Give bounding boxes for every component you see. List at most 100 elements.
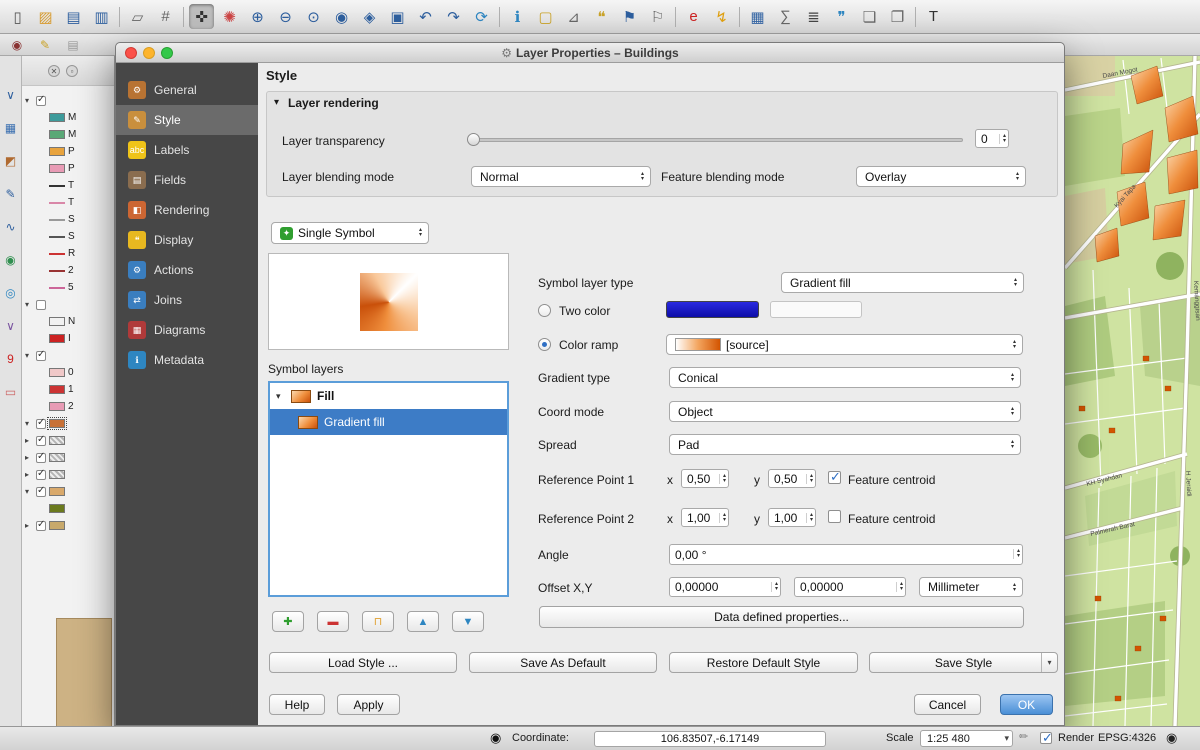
- apply-button[interactable]: Apply: [337, 694, 400, 715]
- paste-style-icon[interactable]: ❐: [885, 4, 910, 29]
- identify-icon[interactable]: ℹ: [505, 4, 530, 29]
- symbol-layer-type-select[interactable]: Gradient fill: [781, 272, 1024, 293]
- toolbar-separator[interactable]: [739, 7, 740, 27]
- new-composer-icon[interactable]: ▱: [125, 4, 150, 29]
- sidebar-item-metadata[interactable]: ℹ Metadata: [116, 345, 258, 375]
- color-ramp-select[interactable]: [source]: [666, 334, 1023, 355]
- sidebar-item-general[interactable]: ⚙ General: [116, 75, 258, 105]
- transparency-value-spinbox[interactable]: 0: [975, 129, 1009, 148]
- offset-y-spinbox[interactable]: 0,00000: [794, 577, 906, 597]
- color2-button[interactable]: [770, 301, 862, 318]
- save-project-icon[interactable]: ▤: [61, 4, 86, 29]
- layer-checkbox[interactable]: [36, 453, 46, 463]
- zoom-to-layer-icon[interactable]: ▣: [385, 4, 410, 29]
- coordinate-capture-icon[interactable]: ◉: [490, 730, 501, 746]
- attribute-table-icon[interactable]: ▦: [745, 4, 770, 29]
- restore-default-style-button[interactable]: Restore Default Style: [669, 652, 858, 673]
- layer-checkbox[interactable]: [36, 436, 46, 446]
- ref2-feature-centroid-checkbox[interactable]: [828, 510, 841, 523]
- layer-checkbox[interactable]: [36, 300, 46, 310]
- dialog-titlebar[interactable]: ⚙Layer Properties – Buildings: [116, 43, 1064, 63]
- offset-unit-select[interactable]: Millimeter: [919, 577, 1023, 597]
- pencil-tool-icon[interactable]: ✎: [2, 185, 20, 203]
- fill-tree-row[interactable]: ▾ Fill: [270, 383, 507, 409]
- expand-arrow-icon[interactable]: ▾: [25, 487, 33, 496]
- save-project-as-icon[interactable]: ▥: [89, 4, 114, 29]
- ref1-x-spinbox[interactable]: 0,50: [681, 469, 729, 488]
- expand-arrow-icon[interactable]: ▾: [25, 419, 33, 428]
- move-up-button[interactable]: ▲: [407, 611, 439, 632]
- sidebar-item-rendering[interactable]: ◧ Rendering: [116, 195, 258, 225]
- save-style-dropdown-icon[interactable]: ▾: [1041, 653, 1057, 672]
- polygon-tool-icon[interactable]: ◩: [2, 152, 20, 170]
- angle-spinbox[interactable]: 0,00 °: [669, 544, 1023, 565]
- render-checkbox[interactable]: [1040, 732, 1052, 744]
- gradient-fill-tree-row[interactable]: Gradient fill: [270, 409, 507, 435]
- panel-detach-icon[interactable]: ▫: [66, 65, 78, 77]
- advanced-digitize-icon[interactable]: ∨: [2, 86, 20, 104]
- expand-arrow-icon[interactable]: ▾: [25, 300, 33, 309]
- text-label-icon[interactable]: T: [921, 4, 946, 29]
- zoom-full-icon[interactable]: ◉: [329, 4, 354, 29]
- crs-globe-icon[interactable]: ◉: [1166, 730, 1177, 746]
- offset-x-spinbox[interactable]: 0,00000: [669, 577, 781, 597]
- toolbar-separator[interactable]: [499, 7, 500, 27]
- web-globe-icon[interactable]: ◎: [2, 284, 20, 302]
- pan-map-icon[interactable]: ✜: [189, 4, 214, 29]
- composer-manager-icon[interactable]: #: [153, 4, 178, 29]
- refresh-icon[interactable]: ⟳: [469, 4, 494, 29]
- remove-symbol-layer-button[interactable]: ▬: [317, 611, 349, 632]
- expand-arrow-icon[interactable]: ▸: [25, 521, 33, 530]
- layer-checkbox[interactable]: [36, 351, 46, 361]
- ref1-y-spinbox[interactable]: 0,50: [768, 469, 816, 488]
- gradient-type-select[interactable]: Conical: [669, 367, 1021, 388]
- map-canvas[interactable]: Daan Mogot Kyai Tapa Kemanggisan H Jerai…: [1065, 56, 1200, 726]
- layer-checkbox[interactable]: [36, 96, 46, 106]
- map-comment-icon[interactable]: ❞: [829, 4, 854, 29]
- ref2-x-spinbox[interactable]: 1,00: [681, 508, 729, 527]
- data-defined-properties-button[interactable]: Data defined properties...: [539, 606, 1024, 628]
- curve-tool-icon[interactable]: ∿: [2, 218, 20, 236]
- layer-checkbox[interactable]: [36, 470, 46, 480]
- web-plugin-icon[interactable]: e: [681, 4, 706, 29]
- map-tips-icon[interactable]: ❝: [589, 4, 614, 29]
- help-button[interactable]: Help: [269, 694, 325, 715]
- scale-select[interactable]: 1:25 480: [920, 730, 1013, 747]
- expand-arrow-icon[interactable]: ▸: [25, 436, 33, 445]
- zoom-next-icon[interactable]: ↷: [441, 4, 466, 29]
- sidebar-item-style[interactable]: ✎ Style: [116, 105, 258, 135]
- lightning-icon[interactable]: ↯: [709, 4, 734, 29]
- zoom-native-icon[interactable]: ⊙: [301, 4, 326, 29]
- show-bookmarks-icon[interactable]: ⚐: [645, 4, 670, 29]
- measure-icon[interactable]: ⊿: [561, 4, 586, 29]
- collapse-arrow-icon[interactable]: ▾: [274, 97, 279, 108]
- vertex-tool-icon[interactable]: ∨: [2, 317, 20, 335]
- coord-mode-select[interactable]: Object: [669, 401, 1021, 422]
- field-calculator-icon[interactable]: ∑: [773, 4, 798, 29]
- ref2-y-spinbox[interactable]: 1,00: [768, 508, 816, 527]
- expand-arrow-icon[interactable]: ▾: [25, 351, 33, 360]
- zoom-to-selection-icon[interactable]: ◈: [357, 4, 382, 29]
- sidebar-item-display[interactable]: ❝ Display: [116, 225, 258, 255]
- layer-blending-select[interactable]: Normal: [471, 166, 651, 187]
- current-edits-icon[interactable]: ◉: [7, 36, 27, 54]
- expand-arrow-icon[interactable]: ▾: [25, 96, 33, 105]
- toolbar-separator[interactable]: [183, 7, 184, 27]
- layer-checkbox[interactable]: [36, 521, 46, 531]
- renderer-select[interactable]: ✦ Single Symbol: [271, 222, 429, 244]
- move-down-button[interactable]: ▼: [452, 611, 484, 632]
- globe-tool-icon[interactable]: ◉: [2, 251, 20, 269]
- color1-button[interactable]: [666, 301, 759, 318]
- cancel-button[interactable]: Cancel: [914, 694, 981, 715]
- spread-select[interactable]: Pad: [669, 434, 1021, 455]
- panel-close-icon[interactable]: ✕: [48, 65, 60, 77]
- new-bookmark-icon[interactable]: ⚑: [617, 4, 642, 29]
- scale-edit-icon[interactable]: ✏: [1019, 730, 1028, 743]
- transparency-slider[interactable]: [471, 138, 963, 142]
- ref1-feature-centroid-checkbox[interactable]: [828, 471, 841, 484]
- layer-list-icon[interactable]: ≣: [801, 4, 826, 29]
- select-features-icon[interactable]: ▢: [533, 4, 558, 29]
- toolbar-separator[interactable]: [119, 7, 120, 27]
- transparency-slider-handle[interactable]: [467, 133, 480, 146]
- rectangle-tool-icon[interactable]: ▭: [2, 383, 20, 401]
